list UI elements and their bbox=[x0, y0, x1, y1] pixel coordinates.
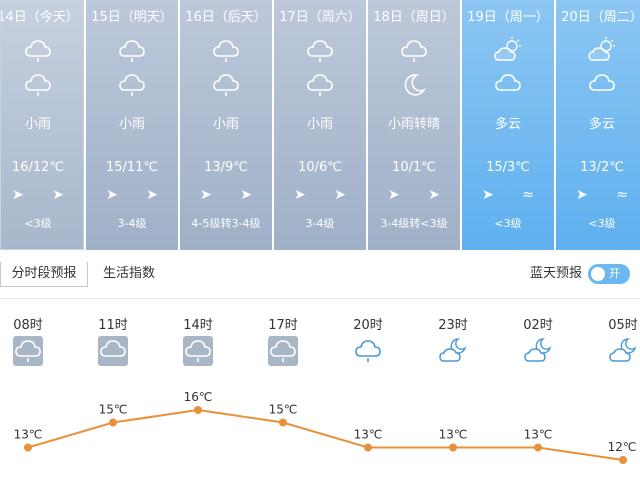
rain-cloud-icon bbox=[399, 36, 429, 64]
rain-cloud-icon bbox=[117, 36, 147, 64]
today-highlight bbox=[0, 0, 84, 250]
column-divider bbox=[366, 0, 368, 250]
hour-label: 20时 bbox=[353, 318, 383, 333]
rain-cloud-icon bbox=[13, 336, 43, 366]
hour-label: 11时 bbox=[98, 318, 128, 333]
temperature-point bbox=[24, 443, 32, 452]
day-condition: 小雨 bbox=[306, 117, 333, 132]
day-column[interactable]: 15日（明天） 小雨 15/11℃ ➤ ➤ 3-4级 bbox=[86, 0, 178, 250]
day-condition: 小雨转晴 bbox=[387, 117, 440, 132]
wind-level: <3级 bbox=[494, 217, 522, 230]
temperature-point bbox=[194, 406, 202, 414]
temperature-label: 13℃ bbox=[524, 428, 553, 442]
temperature-point bbox=[449, 443, 457, 452]
hour-label: 23时 bbox=[438, 318, 468, 333]
day-date: 15日（明天） bbox=[91, 10, 173, 25]
rain-cloud-icon bbox=[117, 70, 147, 98]
day-condition: 小雨 bbox=[118, 117, 145, 132]
wind-direction-icon: ➤ ≈ bbox=[482, 187, 546, 203]
day-date: 18日（周日） bbox=[373, 10, 455, 25]
day-condition: 多云 bbox=[494, 117, 521, 132]
daily-forecast-strip: 14日（今天） 小雨 16/12℃ ➤ ➤ <3级 15日（明天） 小雨 15/11℃ ➤ ➤ 3… bbox=[0, 0, 640, 250]
temperature-label: 16℃ bbox=[184, 390, 213, 404]
cloud-icon bbox=[98, 336, 128, 366]
temperature-label: 13℃ bbox=[14, 428, 43, 442]
tab-bar: 分时段预报 生活指数 蓝天预报 开 bbox=[0, 250, 640, 299]
rain-cloud-icon bbox=[211, 36, 241, 64]
tab-hourly-forecast[interactable]: 分时段预报 bbox=[0, 262, 88, 287]
wind-level: 3-4级 bbox=[305, 217, 335, 230]
tab-life-index[interactable]: 生活指数 bbox=[103, 262, 155, 286]
wind-level: 3-4级 bbox=[117, 217, 147, 230]
day-column[interactable]: 19日（周一） 多云 15/3℃ ➤ ≈ <3级 bbox=[462, 0, 554, 250]
toggle-knob bbox=[591, 267, 605, 281]
wind-direction-icon: ➤ ➤ bbox=[200, 187, 264, 203]
column-divider bbox=[460, 0, 462, 250]
day-date: 17日（周六） bbox=[279, 10, 361, 25]
day-date: 20日（周二） bbox=[561, 10, 640, 25]
wind-direction-icon: ➤ ➤ bbox=[388, 187, 452, 203]
column-divider bbox=[84, 0, 86, 250]
wind-direction-icon: ➤ ➤ bbox=[106, 187, 170, 203]
day-temperature: 13/9℃ bbox=[204, 160, 248, 175]
day-date: 19日（周一） bbox=[467, 10, 549, 25]
temperature-label: 13℃ bbox=[439, 428, 468, 442]
cloud-icon bbox=[587, 70, 617, 98]
temperature-point bbox=[279, 418, 287, 427]
day-temperature: 13/2℃ bbox=[580, 160, 624, 175]
bluesky-toggle[interactable]: 开 bbox=[588, 264, 630, 284]
cloud-icon bbox=[493, 70, 523, 98]
wind-direction-icon: ➤ ≈ bbox=[576, 187, 640, 203]
day-column[interactable]: 18日（周日） 小雨转晴 10/1℃ ➤ ➤ 3-4级转<3级 bbox=[368, 0, 460, 250]
hour-label: 14时 bbox=[183, 318, 213, 333]
temperature-point bbox=[619, 456, 627, 464]
rain-cloud-icon bbox=[305, 36, 335, 64]
sun-cloud-icon bbox=[493, 36, 523, 64]
moon-icon bbox=[399, 70, 429, 98]
day-condition: 多云 bbox=[588, 117, 615, 132]
temperature-point bbox=[534, 443, 542, 452]
column-divider bbox=[272, 0, 274, 250]
day-column[interactable]: 20日（周二） 多云 13/2℃ ➤ ≈ <3级 bbox=[556, 0, 640, 250]
rain-cloud-icon bbox=[211, 70, 241, 98]
hour-label: 02时 bbox=[523, 318, 553, 333]
day-temperature: 10/1℃ bbox=[392, 160, 436, 175]
rain-cloud-outline-icon bbox=[353, 336, 383, 366]
hour-label: 08时 bbox=[13, 318, 43, 333]
day-column[interactable]: 17日（周六） 小雨 10/6℃ ➤ ➤ 3-4级 bbox=[274, 0, 366, 250]
sun-cloud-icon bbox=[587, 36, 617, 64]
day-temperature: 10/6℃ bbox=[298, 160, 342, 175]
rain-cloud-icon bbox=[305, 70, 335, 98]
rain-cloud-icon bbox=[183, 336, 213, 366]
temperature-label: 15℃ bbox=[99, 403, 128, 417]
rain-cloud-icon bbox=[268, 336, 298, 366]
day-condition: 小雨 bbox=[212, 117, 239, 132]
day-temperature: 15/11℃ bbox=[105, 160, 159, 175]
column-divider bbox=[178, 0, 180, 250]
moon-cloud-icon bbox=[438, 336, 468, 366]
temperature-point bbox=[109, 418, 117, 427]
hour-label: 05时 bbox=[608, 318, 638, 333]
bluesky-forecast-label: 蓝天预报 bbox=[530, 266, 583, 281]
temperature-label: 12℃ bbox=[608, 440, 637, 454]
moon-cloud-icon bbox=[608, 336, 638, 366]
temperature-label: 15℃ bbox=[269, 403, 298, 417]
hour-label: 17时 bbox=[268, 318, 298, 333]
hourly-temperature-chart: 13℃ 15℃ 16℃ 15℃ 13℃ 13℃ 13℃ 12℃ bbox=[14, 390, 637, 464]
wind-level: <3级 bbox=[588, 217, 616, 230]
day-date: 16日（后天） bbox=[185, 10, 267, 25]
day-temperature: 15/3℃ bbox=[486, 160, 530, 175]
wind-direction-icon: ➤ ➤ bbox=[294, 187, 358, 203]
wind-level: 4-5级转3-4级 bbox=[191, 217, 261, 230]
toggle-label: 开 bbox=[609, 267, 620, 280]
temperature-point bbox=[364, 443, 372, 452]
day-column[interactable]: 16日（后天） 小雨 13/9℃ ➤ ➤ 4-5级转3-4级 bbox=[180, 0, 272, 250]
moon-cloud-icon bbox=[523, 336, 553, 366]
wind-level: 3-4级转<3级 bbox=[380, 217, 448, 230]
column-divider bbox=[554, 0, 556, 250]
temperature-label: 13℃ bbox=[354, 428, 383, 442]
